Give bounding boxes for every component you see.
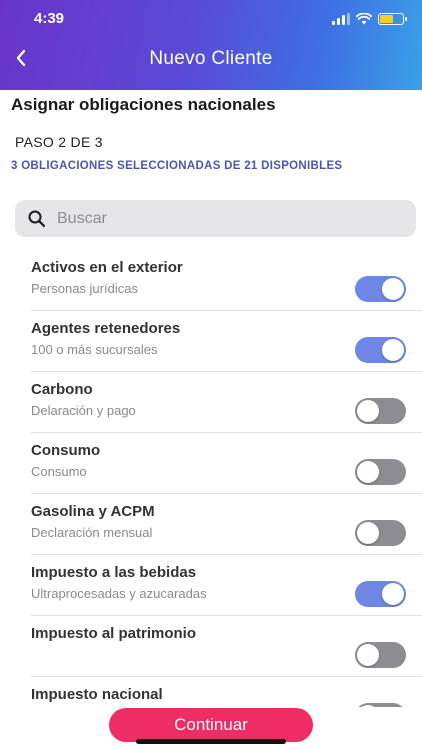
app-header: 4:39 Nuevo Cliente: [0, 0, 422, 90]
wifi-icon: [356, 13, 372, 25]
obligation-toggle[interactable]: [355, 703, 406, 707]
obligation-toggle[interactable]: [355, 398, 406, 424]
obligation-name: Agentes retenedores: [31, 320, 181, 337]
toggle-knob: [382, 278, 404, 300]
obligation-toggle[interactable]: [355, 642, 406, 668]
obligation-toggle[interactable]: [355, 581, 406, 607]
battery-icon: [378, 13, 407, 25]
list-item: Gasolina y ACPM Declaración mensual: [0, 494, 422, 555]
obligation-toggle[interactable]: [355, 520, 406, 546]
status-bar: 4:39: [0, 10, 422, 32]
list-item: Activos en el exterior Personas jurídicas: [0, 250, 422, 311]
step-indicator: PASO 2 DE 3: [15, 134, 103, 150]
list-item: Impuesto nacional: [0, 677, 422, 707]
selection-count: 3 OBLIGACIONES SELECCIONADAS DE 21 DISPO…: [11, 160, 343, 172]
status-time: 4:39: [34, 10, 65, 27]
signal-icon: [332, 13, 350, 25]
list-item: Carbono Delaración y pago: [0, 372, 422, 433]
obligation-name: Impuesto nacional: [31, 686, 163, 703]
toggle-knob: [382, 583, 404, 605]
obligation-name: Consumo: [31, 442, 101, 459]
toggle-knob: [357, 461, 379, 483]
obligation-toggle[interactable]: [355, 276, 406, 302]
toggle-knob: [382, 339, 404, 361]
section-title: Asignar obligaciones nacionales: [11, 95, 276, 114]
obligation-subtitle: Delaración y pago: [31, 403, 136, 418]
obligation-toggle[interactable]: [355, 337, 406, 363]
obligation-subtitle: Consumo: [31, 464, 87, 479]
toggle-knob: [357, 705, 379, 707]
obligation-toggle[interactable]: [355, 459, 406, 485]
obligation-name: Impuesto a las bebidas: [31, 564, 197, 581]
obligation-name: Impuesto al patrimonio: [31, 625, 197, 642]
search-input[interactable]: [57, 204, 397, 233]
obligation-name: Carbono: [31, 381, 93, 398]
toggle-knob: [357, 400, 379, 422]
obligation-name: Activos en el exterior: [31, 259, 183, 276]
list-item: Agentes retenedores 100 o más sucursales: [0, 311, 422, 372]
status-icons: [332, 13, 407, 25]
search-bar[interactable]: [15, 200, 416, 237]
obligation-subtitle: Ultraprocesadas y azucaradas: [31, 586, 207, 601]
page-title: Nuevo Cliente: [149, 48, 273, 69]
list-item: Consumo Consumo: [0, 433, 422, 494]
obligations-list: Activos en el exterior Personas jurídicas…: [0, 250, 422, 707]
search-icon: [28, 210, 46, 228]
obligation-subtitle: Personas jurídicas: [31, 281, 138, 296]
home-indicator: [136, 739, 286, 744]
toggle-knob: [357, 522, 379, 544]
obligation-subtitle: Declaración mensual: [31, 525, 153, 540]
obligation-name: Gasolina y ACPM: [31, 503, 155, 520]
continue-button[interactable]: Continuar: [109, 708, 313, 742]
list-item: Impuesto al patrimonio: [0, 616, 422, 677]
toggle-knob: [357, 644, 379, 666]
list-item: Impuesto a las bebidas Ultraprocesadas y …: [0, 555, 422, 616]
obligation-subtitle: 100 o más sucursales: [31, 342, 158, 357]
